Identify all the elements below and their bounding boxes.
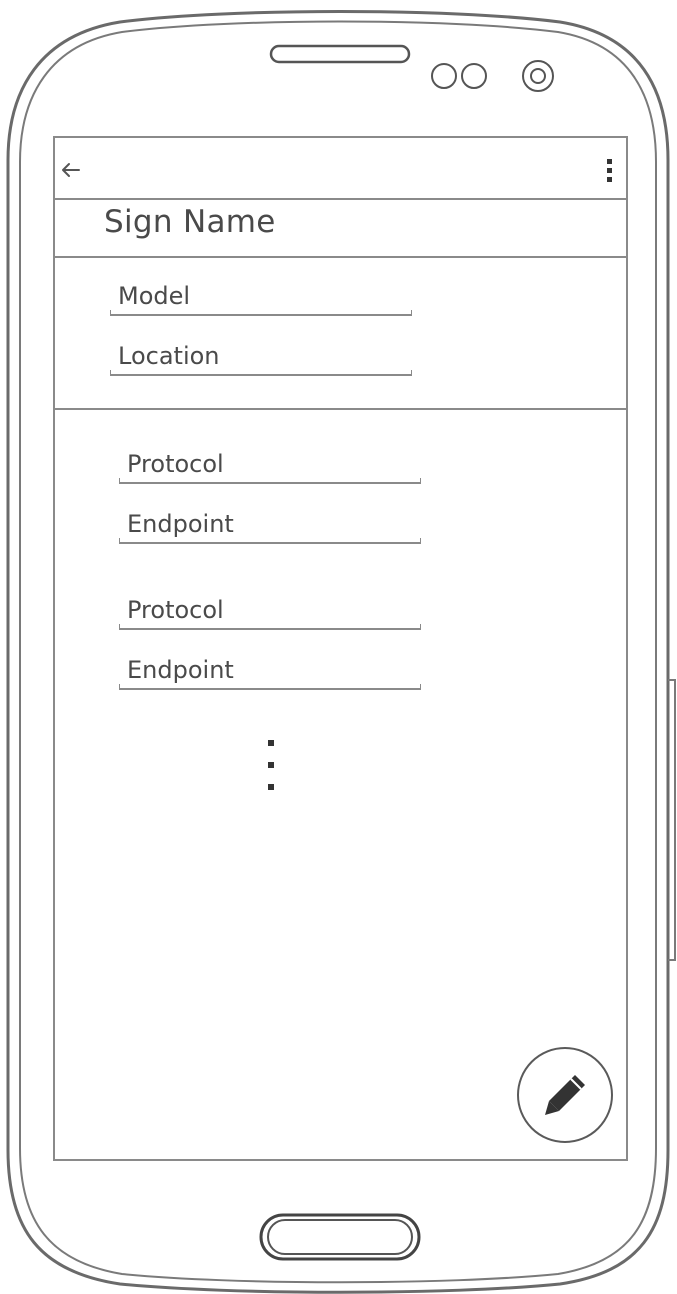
field-underline [119, 538, 421, 544]
endpoint-field-value: Endpoint [127, 510, 234, 538]
protocol-field-1[interactable]: Protocol [119, 450, 421, 484]
app-screen: Sign Name Model Location Protocol Endpoi… [53, 136, 628, 1161]
app-bar [55, 138, 626, 200]
device-info-section: Model Location [55, 258, 626, 410]
endpoint-field-value: Endpoint [127, 656, 234, 684]
vertical-ellipsis-icon [268, 740, 274, 790]
pencil-icon [545, 1075, 585, 1115]
endpoint-field-1[interactable]: Endpoint [119, 510, 421, 544]
earpiece-speaker [269, 44, 411, 64]
more-vertical-icon[interactable] [604, 156, 616, 184]
field-underline [110, 310, 412, 316]
arrow-left-icon[interactable] [59, 158, 83, 182]
field-underline [119, 624, 421, 630]
model-field-value: Model [118, 282, 191, 310]
field-underline [119, 684, 421, 690]
title-row: Sign Name [55, 200, 626, 258]
protocol-field-value: Protocol [127, 596, 224, 624]
home-button[interactable] [258, 1212, 422, 1264]
protocol-field-2[interactable]: Protocol [119, 596, 421, 630]
field-underline [119, 478, 421, 484]
location-field[interactable]: Location [110, 342, 412, 376]
edit-fab-button[interactable] [517, 1047, 613, 1143]
field-underline [110, 370, 412, 376]
location-field-value: Location [118, 342, 220, 370]
page-title: Sign Name [104, 204, 276, 240]
model-field[interactable]: Model [110, 282, 412, 316]
protocol-field-value: Protocol [127, 450, 224, 478]
endpoint-field-2[interactable]: Endpoint [119, 656, 421, 690]
